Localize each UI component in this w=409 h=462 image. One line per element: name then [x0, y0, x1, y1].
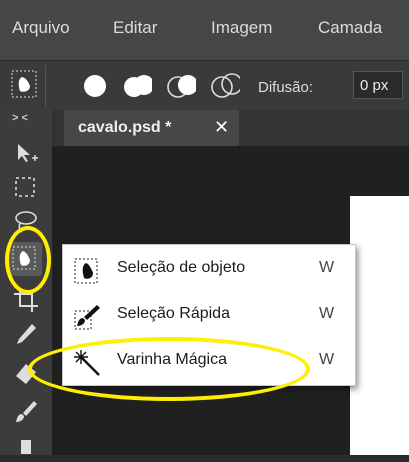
menu-editar[interactable]: Editar [113, 18, 157, 38]
add-to-selection-icon[interactable] [122, 71, 152, 101]
document-tab-title: cavalo.psd * [78, 119, 172, 136]
flyout-item-quick-selection[interactable]: Seleção Rápida W [63, 293, 355, 339]
feather-input[interactable]: 0 px [353, 71, 403, 99]
close-icon[interactable]: ✕ [214, 117, 229, 138]
stamp-tool-icon[interactable] [12, 434, 40, 462]
flyout-item-label: Seleção Rápida [117, 305, 230, 322]
flyout-item-shortcut: W [319, 351, 335, 368]
subtract-from-selection-icon[interactable] [166, 71, 196, 101]
collapse-toolbar-button[interactable]: > < [12, 112, 28, 124]
object-selection-tool-icon[interactable] [10, 69, 40, 99]
eyedropper-tool-icon[interactable] [12, 320, 40, 348]
flyout-item-magic-wand[interactable]: Varinha Mágica W [63, 339, 355, 385]
flyout-item-label: Varinha Mágica [117, 351, 227, 368]
document-canvas[interactable] [350, 196, 409, 455]
flyout-item-shortcut: W [319, 305, 335, 322]
object-selection-icon [74, 258, 98, 284]
selection-tools-flyout: Seleção de objeto W Seleção Rápida W Var… [62, 244, 356, 386]
feather-label: Difusão: [258, 79, 314, 96]
lasso-tool-icon[interactable] [12, 208, 40, 236]
menu-arquivo[interactable]: Arquivo [12, 18, 70, 38]
tools-panel: > < [0, 110, 53, 455]
flyout-item-shortcut: W [319, 259, 335, 276]
crop-tool-icon[interactable] [12, 286, 40, 314]
eraser-tool-icon[interactable] [12, 358, 40, 386]
intersect-selection-icon[interactable] [210, 71, 240, 101]
magic-wand-icon [74, 350, 100, 376]
menu-imagem[interactable]: Imagem [211, 18, 272, 38]
options-bar: Difusão: [0, 60, 409, 111]
brush-tool-icon[interactable] [12, 398, 40, 426]
menu-bar: Arquivo Editar Imagem Camada [0, 0, 409, 60]
document-tab-strip: cavalo.psd * ✕ [52, 110, 409, 147]
new-selection-icon[interactable] [80, 71, 110, 101]
quick-selection-icon [74, 305, 100, 330]
document-tab[interactable]: cavalo.psd * ✕ [64, 110, 239, 146]
flyout-item-label: Seleção de objeto [117, 259, 246, 276]
flyout-item-object-selection[interactable]: Seleção de objeto W [63, 247, 355, 293]
marquee-tool-icon[interactable] [12, 174, 40, 202]
menu-camada[interactable]: Camada [318, 18, 382, 38]
object-selection-tool-button-icon[interactable] [11, 245, 39, 273]
move-tool-icon[interactable] [12, 140, 40, 168]
